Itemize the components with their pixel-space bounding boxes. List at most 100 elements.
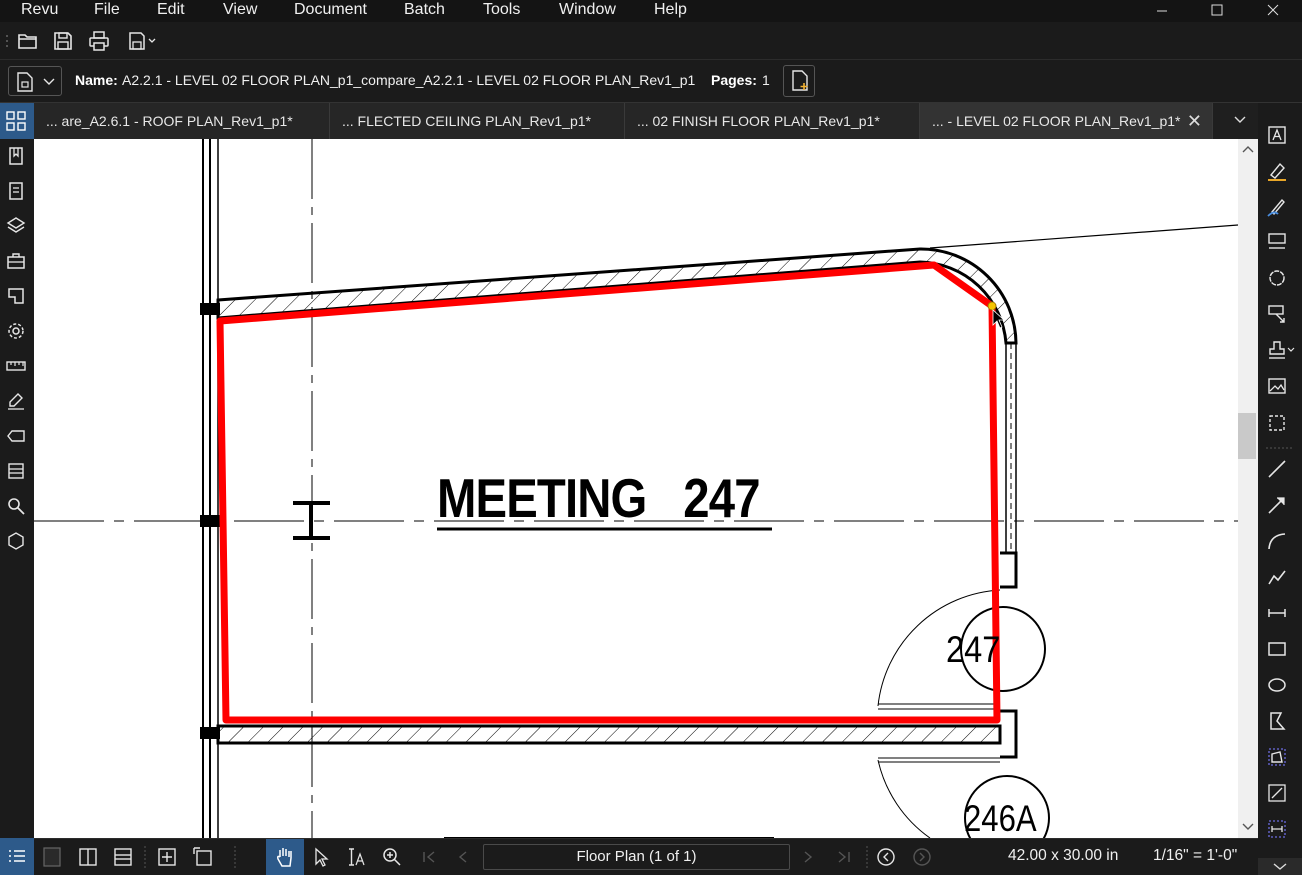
tab-overflow-button[interactable] bbox=[1222, 103, 1258, 139]
polyline-icon[interactable] bbox=[1266, 566, 1288, 588]
line-icon[interactable] bbox=[1266, 458, 1288, 480]
arrow-callout-icon[interactable] bbox=[1266, 303, 1288, 325]
tag-label-icon[interactable] bbox=[6, 426, 26, 446]
arrow-icon[interactable] bbox=[1266, 494, 1288, 516]
new-page-icon bbox=[792, 70, 808, 91]
rail-expand-icon[interactable] bbox=[1258, 858, 1302, 875]
menu-help[interactable]: Help bbox=[654, 1, 687, 19]
panel-list-toggle[interactable] bbox=[0, 838, 34, 875]
minimize-icon bbox=[1157, 10, 1167, 12]
document-menu-dropdown[interactable] bbox=[8, 66, 62, 96]
dimension-icon[interactable] bbox=[1266, 602, 1288, 624]
maximize-button[interactable] bbox=[1192, 0, 1242, 22]
previous-view-icon[interactable] bbox=[875, 846, 897, 868]
scroll-up-icon[interactable] bbox=[1242, 145, 1254, 153]
zoom-icon[interactable] bbox=[381, 846, 403, 868]
menu-window[interactable]: Window bbox=[559, 1, 616, 19]
hand-icon bbox=[277, 848, 292, 867]
vertical-scrollbar[interactable] bbox=[1238, 139, 1258, 838]
tab-level-02-floor-plan[interactable]: ... - LEVEL 02 FLOOR PLAN_Rev1_p1* ✕ bbox=[920, 103, 1213, 139]
area-measure-icon[interactable] bbox=[1266, 746, 1288, 768]
next-view-icon[interactable] bbox=[911, 846, 933, 868]
split-vertical-icon[interactable] bbox=[77, 846, 99, 868]
minimize-button[interactable] bbox=[1137, 0, 1187, 22]
menu-edit[interactable]: Edit bbox=[157, 1, 185, 19]
length-measure-icon[interactable] bbox=[1266, 818, 1288, 840]
menu-batch[interactable]: Batch bbox=[404, 1, 445, 19]
sync-view-icon[interactable] bbox=[156, 846, 178, 868]
room-name-label: MEETING 247 bbox=[437, 467, 761, 529]
rectangle-icon[interactable] bbox=[1266, 638, 1288, 660]
pen-icon[interactable] bbox=[1266, 196, 1288, 218]
first-page-icon[interactable] bbox=[418, 846, 440, 868]
save-icon[interactable] bbox=[52, 30, 74, 52]
spaces-icon[interactable] bbox=[6, 286, 26, 306]
tab-roof-plan[interactable]: ... are_A2.6.1 - ROOF PLAN_Rev1_p1* bbox=[34, 103, 330, 139]
toolbox-icon[interactable] bbox=[6, 251, 26, 271]
last-page-icon[interactable] bbox=[833, 846, 855, 868]
room-tag-247: 247 bbox=[946, 629, 1001, 670]
single-page-icon[interactable] bbox=[42, 846, 64, 868]
cutout-icon[interactable] bbox=[1266, 782, 1288, 804]
select-text-icon[interactable] bbox=[345, 846, 367, 868]
chevron-down-icon bbox=[43, 78, 55, 85]
text-box-icon[interactable] bbox=[1266, 124, 1288, 146]
properties-gear-icon[interactable] bbox=[6, 321, 26, 341]
cloud-icon[interactable] bbox=[1266, 267, 1288, 289]
next-page-icon[interactable] bbox=[797, 846, 819, 868]
markup-vertex-handle[interactable] bbox=[987, 301, 997, 311]
callout-icon[interactable] bbox=[1266, 231, 1288, 253]
polygon-icon[interactable] bbox=[1266, 710, 1288, 732]
file-access-icon[interactable] bbox=[6, 181, 26, 201]
document-icon bbox=[17, 72, 33, 92]
insert-page-button[interactable] bbox=[783, 65, 815, 97]
maximize-icon bbox=[1211, 4, 1223, 16]
list-icon bbox=[9, 850, 25, 862]
menu-view[interactable]: View bbox=[223, 1, 257, 19]
split-horizontal-icon[interactable] bbox=[112, 846, 134, 868]
image-icon[interactable] bbox=[1266, 375, 1288, 397]
search-icon[interactable] bbox=[6, 496, 26, 516]
snapshot-icon[interactable] bbox=[1266, 412, 1288, 434]
markups-list-icon[interactable] bbox=[6, 461, 26, 481]
ellipse-icon[interactable] bbox=[1266, 674, 1288, 696]
save-as-dropdown-icon[interactable] bbox=[127, 30, 159, 52]
pan-tool-button[interactable] bbox=[266, 839, 304, 875]
status-divider bbox=[866, 846, 868, 868]
scrollbar-thumb[interactable] bbox=[1238, 413, 1256, 459]
menu-tools[interactable]: Tools bbox=[483, 1, 520, 19]
tab-close-icon[interactable]: ✕ bbox=[1187, 103, 1202, 139]
page-navigation-field[interactable]: Floor Plan (1 of 1) bbox=[483, 844, 790, 870]
scale-readout[interactable]: 1/16" = 1'-0" bbox=[1153, 847, 1237, 865]
highlighter-icon[interactable] bbox=[1266, 160, 1288, 182]
layers-icon[interactable] bbox=[6, 216, 26, 236]
studio-icon[interactable] bbox=[6, 531, 26, 551]
quick-access-toolbar bbox=[0, 22, 1302, 60]
page-size-readout: 42.00 x 30.00 in bbox=[1008, 847, 1119, 864]
status-divider bbox=[144, 846, 146, 868]
drawing-canvas[interactable]: MEETING 247 247 246A bbox=[34, 139, 1238, 838]
chevron-down-icon bbox=[1234, 116, 1246, 123]
tab-label: ... 02 FINISH FLOOR PLAN_Rev1_p1* bbox=[637, 113, 880, 129]
previous-page-icon[interactable] bbox=[452, 846, 474, 868]
document-name: A2.2.1 - LEVEL 02 FLOOR PLAN_p1_compare_… bbox=[122, 72, 696, 88]
tab-reflected-ceiling-plan[interactable]: ... FLECTED CEILING PLAN_Rev1_p1* bbox=[330, 103, 625, 139]
open-folder-icon[interactable] bbox=[17, 30, 39, 52]
menu-revu[interactable]: Revu bbox=[21, 1, 58, 19]
close-window-button[interactable] bbox=[1248, 0, 1298, 22]
thumbnails-toggle[interactable] bbox=[0, 103, 34, 139]
bookmarks-icon[interactable] bbox=[6, 146, 26, 166]
signatures-icon[interactable] bbox=[6, 391, 26, 411]
select-pointer-icon[interactable] bbox=[310, 846, 332, 868]
stamp-dropdown-icon[interactable] bbox=[1266, 339, 1296, 361]
measurements-ruler-icon[interactable] bbox=[6, 356, 26, 376]
compare-view-icon[interactable] bbox=[192, 846, 214, 868]
pages-count: 1 bbox=[762, 72, 770, 88]
menu-file[interactable]: File bbox=[94, 1, 120, 19]
menu-document[interactable]: Document bbox=[294, 1, 367, 19]
tab-label: ... are_A2.6.1 - ROOF PLAN_Rev1_p1* bbox=[46, 113, 293, 129]
tab-finish-floor-plan[interactable]: ... 02 FINISH FLOOR PLAN_Rev1_p1* bbox=[625, 103, 920, 139]
print-icon[interactable] bbox=[88, 30, 110, 52]
arc-icon[interactable] bbox=[1266, 530, 1288, 552]
scroll-down-icon[interactable] bbox=[1242, 823, 1254, 831]
